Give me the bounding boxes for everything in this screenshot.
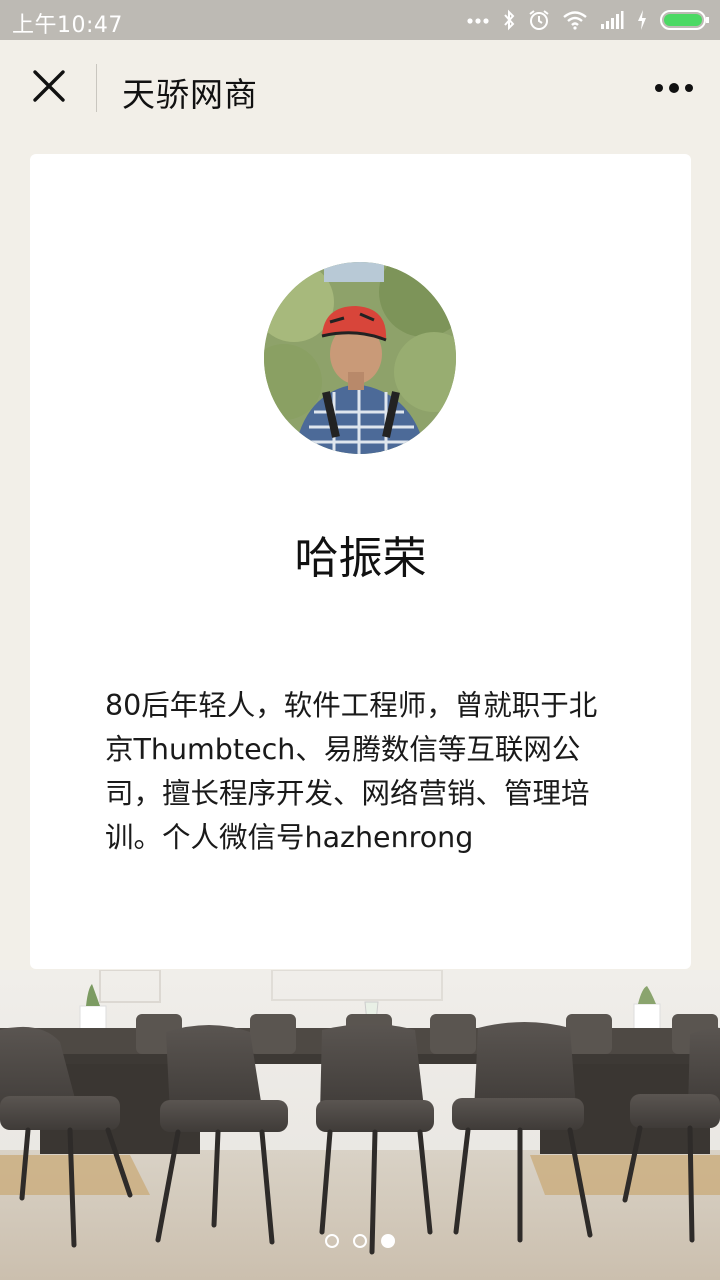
pagination-dots	[0, 1234, 720, 1248]
page-title: 天骄网商	[122, 75, 258, 114]
signal-icon	[600, 10, 624, 30]
nav-divider	[96, 64, 97, 112]
page-dot-1[interactable]	[325, 1234, 339, 1248]
close-button[interactable]	[20, 58, 78, 118]
profile-name: 哈振荣	[294, 533, 427, 584]
status-time: 上午10:47	[12, 13, 123, 38]
nav-bar: 天骄网商	[0, 40, 720, 136]
alarm-icon	[528, 9, 550, 31]
more-button[interactable]	[650, 68, 698, 108]
status-bar: 上午10:47	[0, 0, 720, 40]
page-dot-3[interactable]	[381, 1234, 395, 1248]
profile-card: 哈振荣 80后年轻人，软件工程师，曾就职于北京Thumbtech、易腾数信等互联…	[30, 154, 691, 969]
more-icon	[654, 79, 694, 98]
more-dots-icon	[466, 16, 490, 24]
battery-icon	[660, 9, 710, 31]
profile-bio: 80后年轻人，软件工程师，曾就职于北京Thumbtech、易腾数信等互联网公司，…	[105, 689, 598, 854]
charging-icon	[636, 9, 648, 31]
close-icon	[32, 69, 66, 107]
page-dot-2[interactable]	[353, 1234, 367, 1248]
bluetooth-icon	[502, 9, 516, 31]
wifi-icon	[562, 10, 588, 30]
status-icons	[466, 6, 710, 34]
avatar	[264, 262, 456, 454]
